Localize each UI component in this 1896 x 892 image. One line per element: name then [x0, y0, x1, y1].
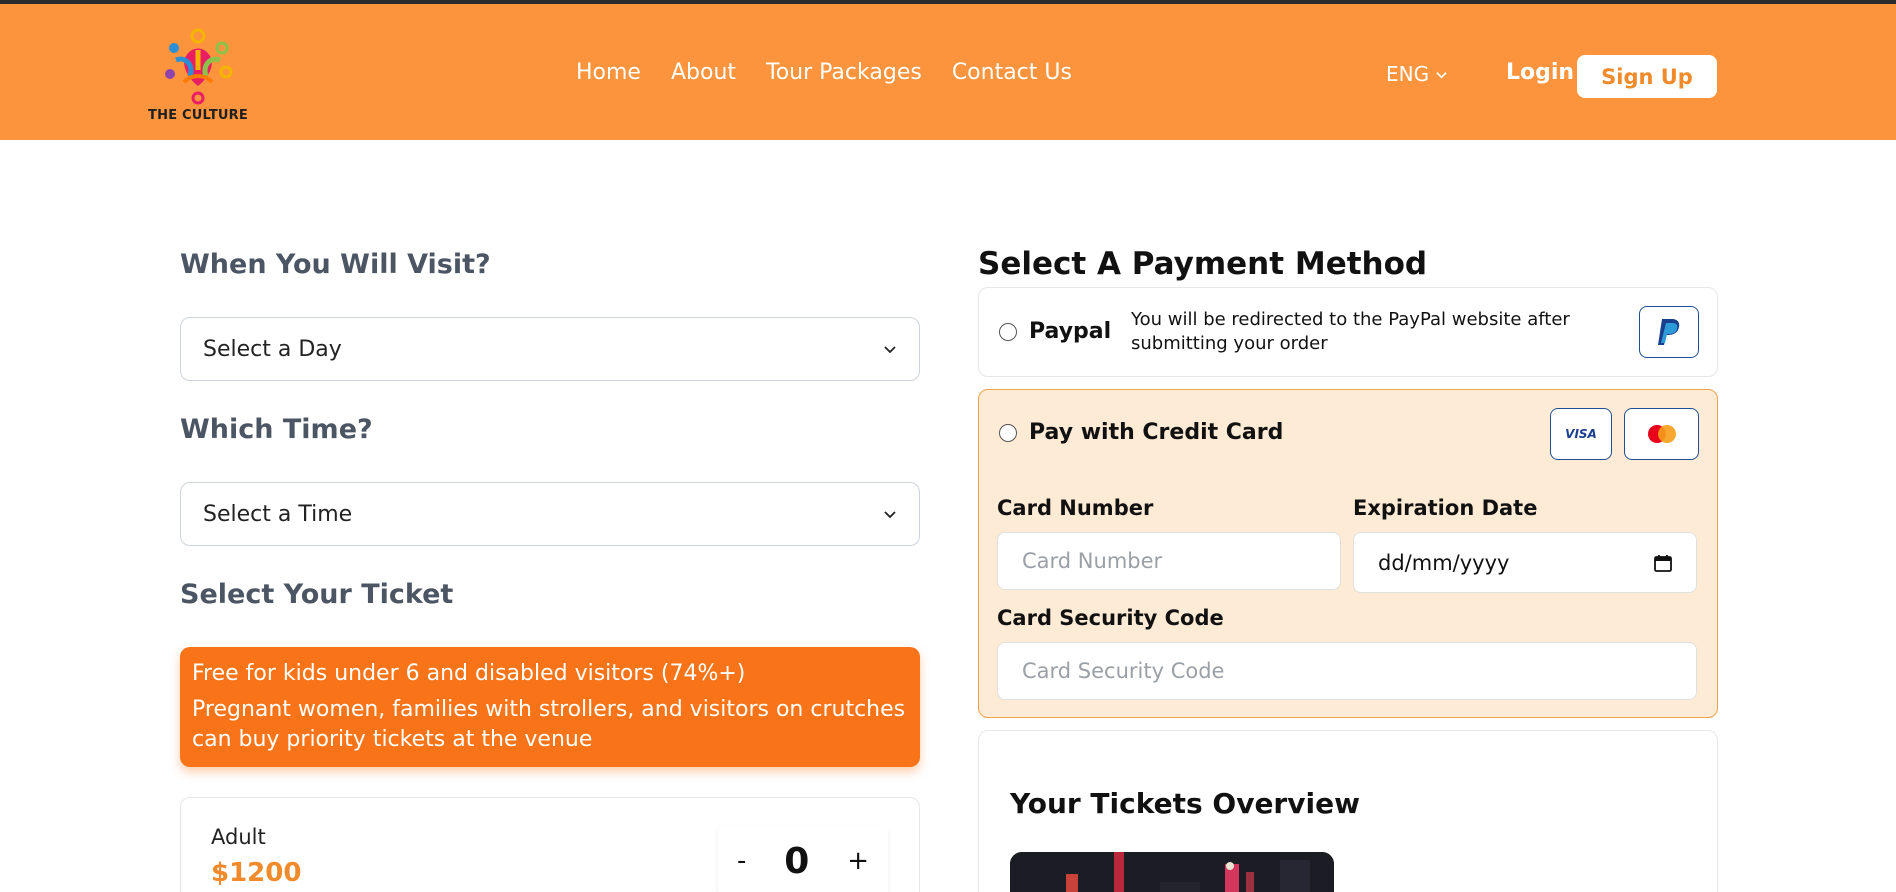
time-select-value: Select a Time — [203, 501, 353, 527]
ticket-title: Select Your Ticket — [180, 579, 454, 610]
tickets-overview: Your Tickets Overview — [978, 730, 1718, 892]
paypal-icon — [1658, 319, 1680, 345]
overview-image — [1010, 852, 1334, 892]
ticket-row-adult: Adult $1200 - 0 + — [180, 797, 920, 892]
mastercard-logo — [1624, 408, 1699, 460]
nav-home[interactable]: Home — [576, 60, 641, 85]
payment-title: Select A Payment Method — [978, 246, 1428, 282]
chevron-down-icon — [1436, 71, 1447, 78]
chevron-down-icon — [884, 511, 896, 519]
paypal-radio[interactable] — [999, 323, 1017, 341]
visa-text: VISA — [1565, 427, 1597, 441]
credit-card-label: Pay with Credit Card — [1029, 420, 1284, 445]
paypal-logo — [1639, 306, 1699, 358]
card-number-label: Card Number — [997, 496, 1154, 520]
increment-button[interactable]: + — [847, 846, 869, 876]
day-select[interactable]: Select a Day — [180, 317, 920, 381]
nav-contact-us[interactable]: Contact Us — [952, 60, 1072, 85]
ticket-notice: Free for kids under 6 and disabled visit… — [180, 647, 920, 767]
login-link[interactable]: Login — [1506, 60, 1574, 85]
visa-logo: VISA — [1550, 408, 1612, 460]
paypal-description: You will be redirected to the PayPal web… — [1131, 309, 1570, 354]
expiration-label: Expiration Date — [1353, 496, 1538, 520]
signup-button[interactable]: Sign Up — [1577, 55, 1717, 98]
notice-line-2: Pregnant women, families with strollers,… — [192, 697, 906, 752]
calendar-icon — [1654, 554, 1672, 572]
ticket-price: $1200 — [211, 858, 302, 888]
main-nav: Home About Tour Packages Contact Us — [576, 60, 1072, 85]
expiration-date-input[interactable]: dd/mm/yyyy — [1353, 532, 1697, 593]
logo-icon — [165, 28, 233, 105]
site-header: THE CULTURE Home About Tour Packages Con… — [0, 0, 1896, 140]
expiration-value: dd/mm/yyyy — [1378, 550, 1510, 575]
paypal-label: Paypal — [1029, 319, 1112, 344]
visit-title: When You Will Visit? — [180, 249, 491, 280]
city-night-image — [1010, 852, 1334, 892]
security-code-label: Card Security Code — [997, 606, 1224, 630]
overview-title: Your Tickets Overview — [1010, 787, 1360, 820]
logo[interactable]: THE CULTURE — [146, 24, 250, 128]
day-select-value: Select a Day — [203, 336, 342, 362]
logo-text: THE CULTURE — [148, 108, 248, 123]
language-label: ENG — [1386, 62, 1430, 86]
ticket-name: Adult — [211, 825, 266, 849]
mastercard-icon — [1647, 425, 1676, 443]
quantity-stepper: - 0 + — [718, 826, 888, 892]
security-code-input[interactable]: Card Security Code — [997, 642, 1697, 700]
paypal-option[interactable]: Paypal You will be redirected to the Pay… — [978, 287, 1718, 377]
chevron-down-icon — [884, 346, 896, 354]
card-number-input[interactable]: Card Number — [997, 532, 1341, 590]
time-select[interactable]: Select a Time — [180, 482, 920, 546]
decrement-button[interactable]: - — [737, 846, 746, 876]
credit-card-option[interactable]: Pay with Credit Card VISA Card Number Ca… — [978, 389, 1718, 718]
credit-card-radio[interactable] — [999, 424, 1017, 442]
nav-tour-packages[interactable]: Tour Packages — [766, 60, 922, 85]
notice-line-1: Free for kids under 6 and disabled visit… — [192, 661, 746, 686]
ticket-count: 0 — [784, 840, 810, 882]
nav-about[interactable]: About — [671, 60, 736, 85]
language-selector[interactable]: ENG — [1386, 62, 1448, 86]
time-title: Which Time? — [180, 414, 373, 445]
